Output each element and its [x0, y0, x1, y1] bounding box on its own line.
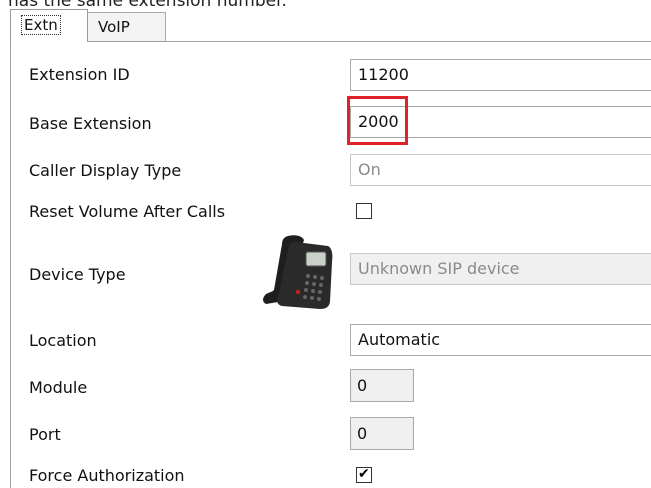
base-extension-highlight	[347, 96, 408, 145]
device-type-field: Unknown SIP device	[350, 253, 651, 285]
extension-id-label: Extension ID	[29, 65, 130, 84]
location-field[interactable]: Automatic	[350, 324, 651, 356]
desk-phone-icon	[258, 232, 334, 310]
module-label: Module	[29, 378, 88, 397]
port-label: Port	[29, 425, 61, 444]
port-field[interactable]: 0	[350, 417, 414, 450]
panel-left-border	[10, 41, 11, 488]
caller-display-type-label: Caller Display Type	[29, 161, 182, 180]
checkmark-icon: ✔	[358, 466, 370, 482]
force-authorization-checkbox[interactable]: ✔	[356, 466, 372, 483]
reset-volume-checkbox[interactable]	[356, 203, 372, 219]
tab-voip-label: VoIP	[98, 18, 130, 36]
force-authorization-label: Force Authorization	[29, 466, 185, 485]
tab-extn[interactable]: Extn	[10, 9, 88, 42]
location-label: Location	[29, 331, 97, 350]
active-tab-connector	[11, 40, 87, 43]
base-extension-label: Base Extension	[29, 114, 152, 133]
tab-extn-label: Extn	[21, 15, 61, 35]
device-type-label: Device Type	[29, 265, 126, 284]
extension-id-field[interactable]: 11200	[350, 59, 651, 91]
tab-strip-divider	[10, 41, 651, 42]
caller-display-type-field[interactable]: On	[350, 154, 651, 186]
tab-voip[interactable]: VoIP	[87, 12, 166, 42]
module-field[interactable]: 0	[350, 369, 414, 402]
reset-volume-label: Reset Volume After Calls	[29, 202, 226, 221]
